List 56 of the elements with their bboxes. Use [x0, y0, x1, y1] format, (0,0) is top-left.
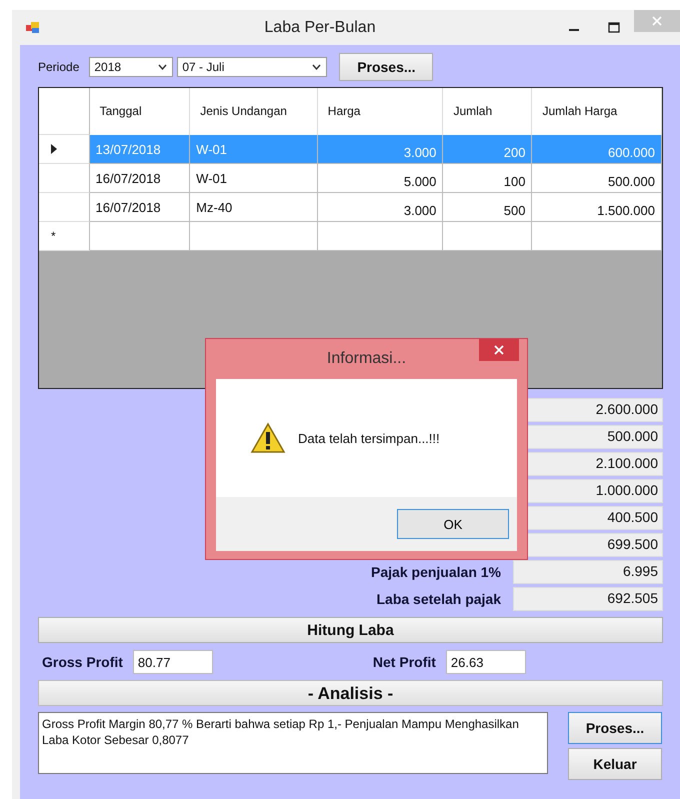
table-cell: W-01	[190, 164, 318, 193]
analisis-text-area[interactable]: Gross Profit Margin 80,77 % Berarti bahwa setiap Rp 1,- Penjualan Mampu Menghasilkan Laba Kotor Sebesar 0,8077	[38, 712, 548, 774]
year-dropdown[interactable]: 2018	[89, 57, 174, 77]
table-cell: 500.000	[532, 164, 662, 193]
table-cell: 13/07/2018	[90, 135, 190, 164]
table-cell[interactable]	[190, 222, 318, 251]
table-cell[interactable]	[532, 222, 662, 251]
table-cell: 16/07/2018	[90, 193, 190, 222]
proses-button[interactable]: Proses...	[568, 712, 662, 744]
table-cell: 1.500.000	[532, 193, 662, 222]
periode-label: Periode	[38, 60, 80, 74]
table-cell: 3.000	[318, 135, 444, 164]
window-title: Laba Per-Bulan	[263, 18, 377, 36]
column-header[interactable]: Jumlah Harga	[532, 88, 662, 135]
month-dropdown[interactable]: 07 - Juli	[177, 57, 328, 77]
close-icon	[494, 345, 504, 355]
summary-label: Laba setelah pajak	[376, 591, 501, 607]
dialog-title: Informasi...	[326, 350, 406, 368]
keluar-button[interactable]: Keluar	[568, 748, 662, 780]
column-header[interactable]: Jumlah	[443, 88, 532, 135]
gross-profit-field[interactable]: 80.77	[132, 650, 213, 674]
net-profit-field[interactable]: 26.63	[446, 650, 526, 674]
app-icon	[26, 22, 40, 34]
net-profit-label: Net Profit	[372, 654, 436, 670]
table-cell: W-01	[190, 135, 318, 164]
maximize-icon[interactable]	[608, 22, 620, 34]
table-cell: 600.000	[532, 135, 662, 164]
ok-button[interactable]: OK	[397, 509, 509, 539]
new-row-marker: *	[51, 229, 56, 243]
table-cell[interactable]	[318, 222, 444, 251]
current-row-icon	[51, 144, 57, 154]
summary-label: Pajak penjualan 1%	[371, 564, 501, 580]
table-cell: 16/07/2018	[90, 164, 190, 193]
table-cell: Mz-40	[190, 193, 318, 222]
table-cell[interactable]	[443, 222, 532, 251]
analisis-header: - Analisis -	[38, 680, 663, 706]
proses-button[interactable]: Proses...	[339, 53, 434, 81]
row-header[interactable]: *	[39, 222, 90, 251]
table-cell: 3.000	[318, 193, 444, 222]
table-cell: 100	[443, 164, 532, 193]
table-cell: 500	[443, 193, 532, 222]
table-cell[interactable]	[90, 222, 190, 251]
column-header[interactable]: Tanggal	[90, 88, 190, 135]
warning-icon	[250, 422, 286, 454]
dialog-message: Data telah tersimpan...!!!	[298, 430, 440, 446]
summary-value: 692.505	[513, 587, 663, 611]
close-icon	[652, 16, 662, 26]
hitung-laba-button[interactable]: Hitung Laba	[38, 617, 663, 643]
table-cell: 5.000	[318, 164, 444, 193]
column-header[interactable]: Harga	[318, 88, 444, 135]
table-cell: 200	[443, 135, 532, 164]
summary-value: 6.995	[513, 560, 663, 584]
close-button[interactable]	[479, 339, 519, 361]
column-header[interactable]: Jenis Undangan	[190, 88, 318, 135]
gross-profit-label: Gross Profit	[42, 654, 123, 670]
row-header[interactable]	[39, 135, 90, 164]
